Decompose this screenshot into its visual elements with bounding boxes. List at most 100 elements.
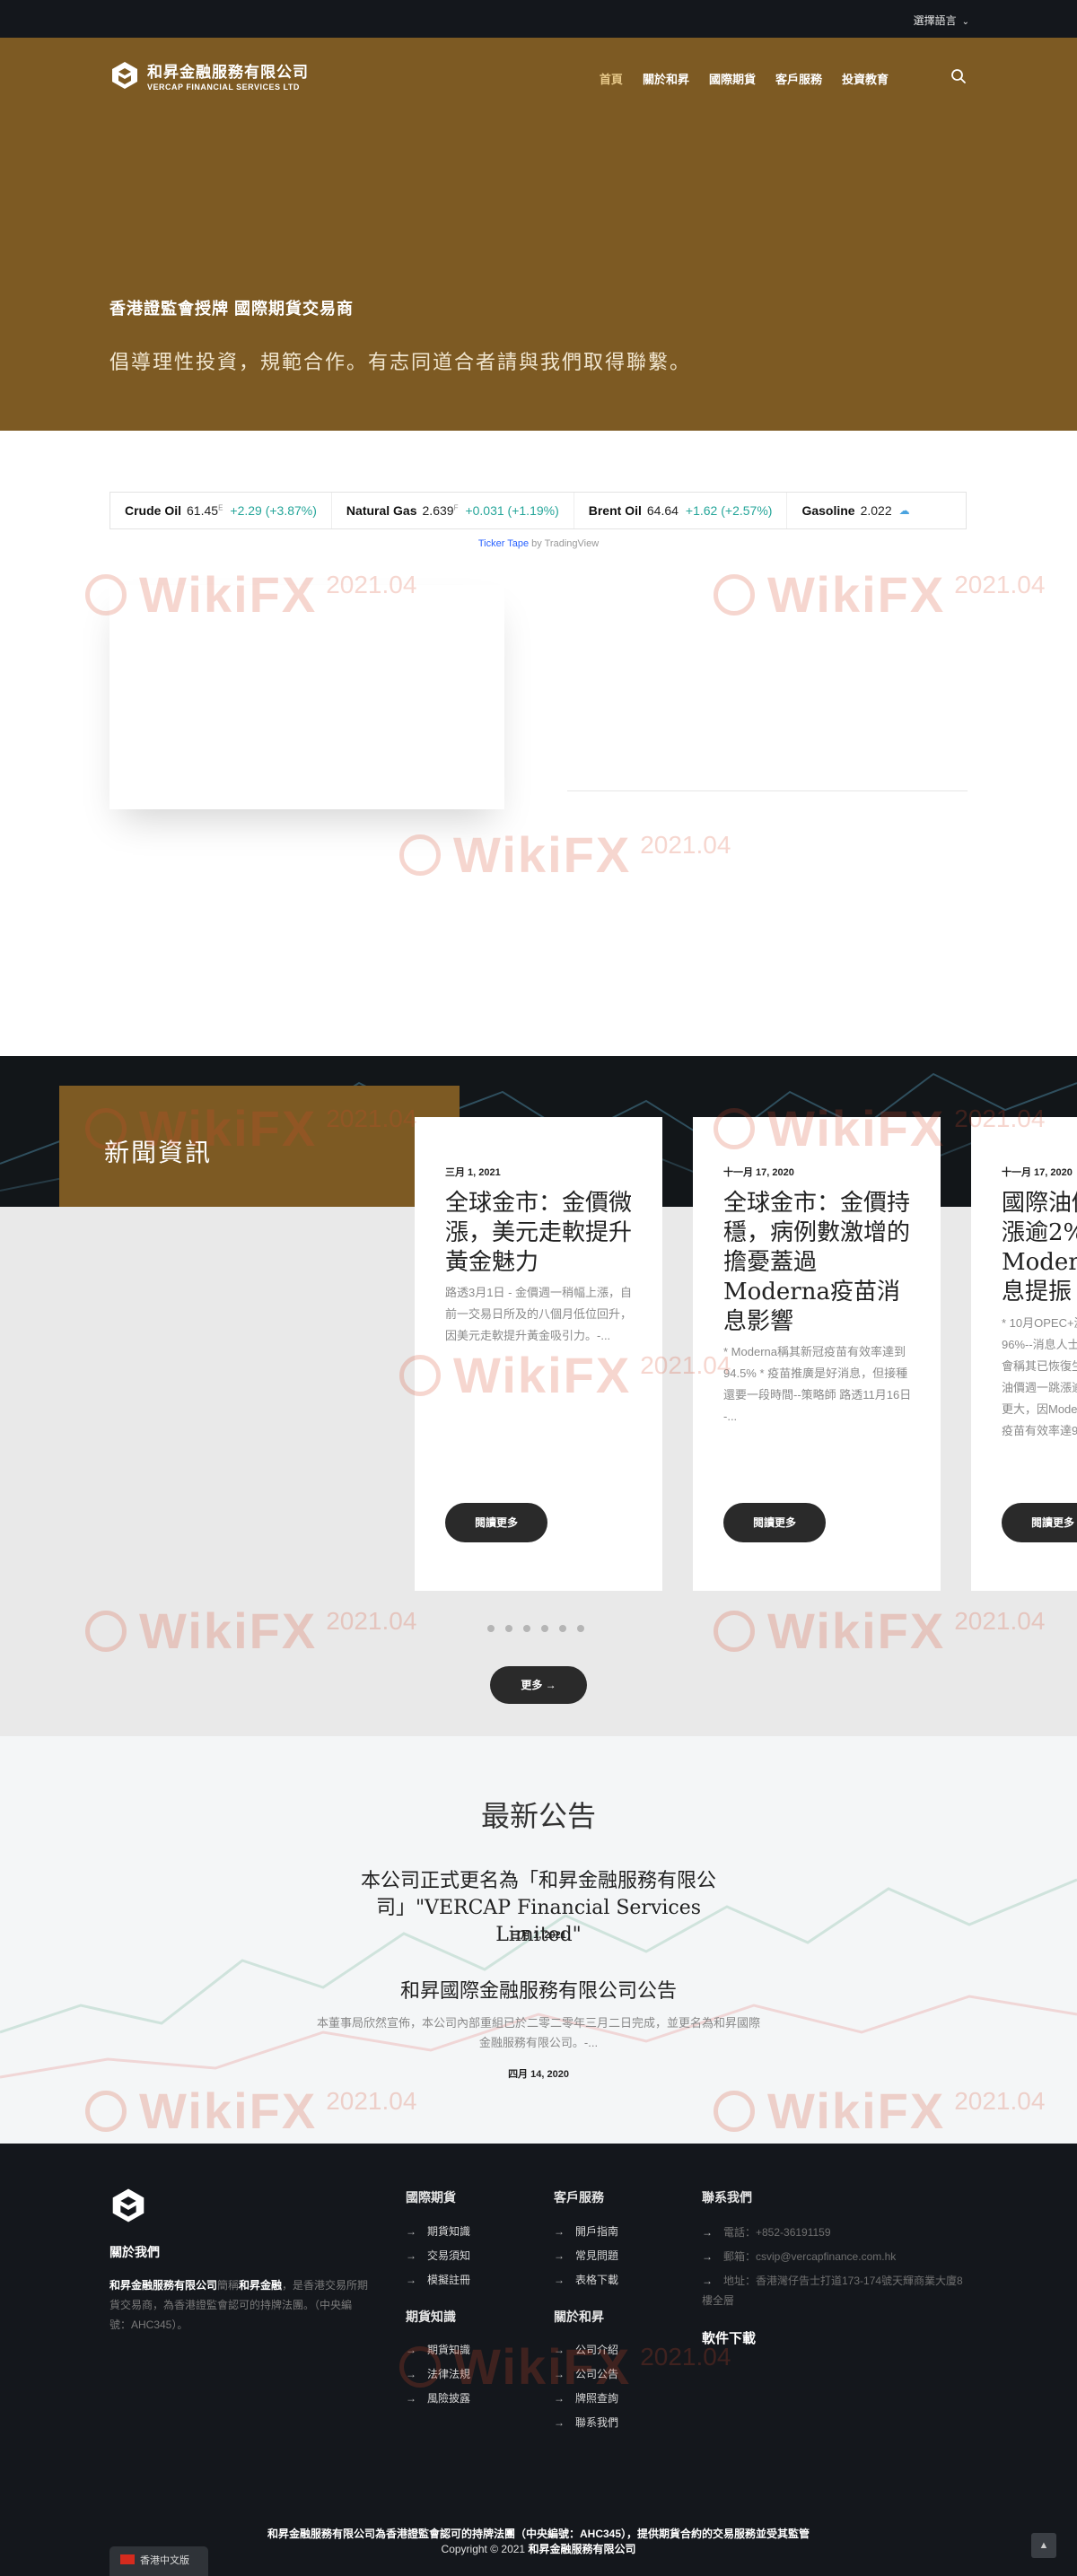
footer-link[interactable]: → 模擬註冊 (406, 2268, 470, 2292)
footer-company-short: 和昇金融 (239, 2279, 283, 2292)
footer-link-label: 期貨知識 (427, 2344, 471, 2356)
footer-link[interactable]: → 交易須知 (406, 2244, 470, 2268)
carousel-dot[interactable] (559, 1625, 566, 1632)
read-more-button[interactable]: 閱讀更多 (723, 1503, 826, 1542)
top-bar: 選擇語言 ⌄ (0, 0, 1077, 38)
footer-about-mid: 簡稱 (217, 2279, 240, 2292)
footer-email-text: 郵箱：csvip@vercapfinance.com.hk (723, 2250, 897, 2263)
site-logo[interactable]: 和昇金融服務有限公司 VERCAP FINANCIAL SERVICES LTD (109, 59, 309, 92)
ticker-item[interactable]: Gasoline 2.022 ☁ (787, 493, 924, 528)
more-news-button[interactable]: 更多 → (490, 1666, 587, 1704)
footer-link-label: 公司介紹 (575, 2344, 619, 2356)
arrow-right-icon: → (554, 2416, 565, 2429)
footer-link[interactable]: → 牌照查詢 (554, 2387, 618, 2411)
logo-name-en: VERCAP FINANCIAL SERVICES LTD (147, 83, 300, 92)
footer-contact-email[interactable]: → 郵箱：csvip@vercapfinance.com.hk (702, 2247, 971, 2266)
footer-link[interactable]: → 表格下載 (554, 2268, 618, 2292)
footer-link-label: 開戶指南 (575, 2225, 619, 2238)
divider (567, 790, 968, 791)
arrow-right-icon: → (702, 2275, 713, 2287)
search-icon[interactable] (950, 68, 967, 84)
logo-text: 和昇金融服務有限公司 VERCAP FINANCIAL SERVICES LTD (147, 59, 309, 92)
footer-contact-address: → 地址：香港灣仔告士打道173-174號天輝商業大廈8樓全層 (702, 2271, 971, 2310)
footer-link-label: 常見問題 (575, 2249, 619, 2262)
arrow-right-icon: → (702, 2250, 713, 2263)
news-card[interactable]: 三月 1, 2021 全球金市：金價微漲，美元走軟提升黃金魅力 路透3月1日 -… (415, 1117, 662, 1591)
footer-contact-list: → 電話：+852-36191159 → 郵箱：csvip@vercapfinanc… (702, 2222, 971, 2315)
footer-link-label: 交易須知 (427, 2249, 471, 2262)
ticker-item[interactable]: Brent Oil 64.64 +1.62 (+2.57%) (574, 493, 788, 528)
news-card-title[interactable]: 全球金市：金價持穩，病例數激增的擔憂蓋過Moderna疫苗消息影響 (723, 1189, 916, 1337)
read-more-button[interactable]: 閱讀更多 (445, 1503, 547, 1542)
footer-phone-text: 電話：+852-36191159 (723, 2226, 831, 2239)
arrow-right-icon: → (406, 2392, 416, 2405)
footer-link[interactable]: → 風險披露 (406, 2387, 470, 2411)
news-card-title[interactable]: 全球金市：金價微漲，美元走軟提升黃金魅力 (445, 1189, 638, 1278)
footer-link[interactable]: → 聯系我們 (554, 2411, 618, 2435)
arrow-right-icon: → (702, 2226, 713, 2239)
footer-link[interactable]: → 公司公告 (554, 2362, 618, 2387)
ticker-badge: F (453, 503, 459, 512)
nav-item-home[interactable]: 首頁 (600, 70, 623, 87)
footer-links-knowledge: → 期貨知識 → 法律法規 → 風險披露 (406, 2338, 470, 2411)
carousel-dot[interactable] (523, 1625, 530, 1632)
language-select-label: 選擇語言 (913, 14, 957, 27)
footer-link[interactable]: → 法律法規 (406, 2362, 470, 2387)
news-card[interactable]: 十一月 17, 2020 國際油價：油價跳漲逾2%，Moderna疫苗消息提振 … (971, 1117, 1077, 1591)
nav-item-about[interactable]: 關於和昇 (643, 70, 689, 87)
news-card-title[interactable]: 國際油價：油價跳漲逾2%，Moderna疫苗消息提振 (1002, 1189, 1077, 1307)
widget-card (109, 585, 504, 809)
carousel-dot[interactable] (487, 1625, 495, 1632)
arrow-right-icon: → (406, 2249, 416, 2262)
announcement-title[interactable]: 和昇國際金融服務有限公司公告 (0, 1978, 1077, 2005)
more-news-label: 更多 (521, 1679, 543, 1691)
footer-link-label: 牌照查詢 (575, 2392, 619, 2405)
ticker-credit-link[interactable]: Ticker Tape (478, 538, 529, 549)
footer-logo-icon (112, 2188, 144, 2222)
footer-link-label: 聯系我們 (575, 2416, 619, 2429)
language-switch[interactable]: 香港中文版 (109, 2546, 208, 2576)
carousel-dot[interactable] (541, 1625, 548, 1632)
footer-contact-phone: → 電話：+852-36191159 (702, 2222, 971, 2242)
arrow-right-icon: → (554, 2274, 565, 2286)
news-card[interactable]: 十一月 17, 2020 全球金市：金價持穩，病例數激增的擔憂蓋過Moderna… (693, 1117, 941, 1591)
nav-item-futures[interactable]: 國際期貨 (709, 70, 756, 87)
arrow-right-icon: → (554, 2344, 565, 2356)
announcement-date: 三月 1, 2021 (511, 1930, 566, 1941)
footer-link[interactable]: → 開戶指南 (554, 2220, 618, 2244)
hero-subtitle: 倡導理性投資，規範合作。有志同道合者請與我們取得聯繫。 (109, 351, 692, 373)
language-select[interactable]: 選擇語言 ⌄ (914, 13, 969, 28)
ticker-name: Gasoline (801, 503, 855, 518)
footer-link-label: 風險披露 (427, 2392, 471, 2405)
arrow-right-icon: → (406, 2274, 416, 2286)
footer-col-title: 期貨知識 (406, 2310, 456, 2324)
footer-link-label: 模擬註冊 (427, 2274, 471, 2286)
read-more-button[interactable]: 閱讀更多 (1002, 1503, 1077, 1542)
main-nav: 首頁 關於和昇 國際期貨 客戶服務 投資教育 (600, 70, 889, 87)
footer-about-title: 關於我們 (109, 2245, 160, 2259)
ticker-item[interactable]: Natural Gas 2.639F +0.031 (+1.19%) (332, 493, 574, 528)
page: 選擇語言 ⌄ 和昇金融服務有限公司 VERCAP FINANCIAL SERVIC… (0, 0, 1077, 2576)
nav-item-service[interactable]: 客戶服務 (775, 70, 822, 87)
carousel-pagination (487, 1625, 584, 1632)
software-download-link[interactable]: 軟件下載 (702, 2328, 756, 2347)
carousel-dot[interactable] (505, 1625, 512, 1632)
footer-link[interactable]: → 期貨知識 (406, 2220, 470, 2244)
nav-item-education[interactable]: 投資教育 (842, 70, 889, 87)
footer-col-title: 聯系我們 (702, 2190, 752, 2205)
watermark-text: WikiFX (453, 826, 632, 883)
news-card-excerpt: 路透3月1日 - 金價週一稍幅上漲，自前一交易日所及的八個月低位回升，因美元走軟… (445, 1286, 633, 1342)
news-heading: 新聞資訊 (104, 1139, 213, 1166)
ticker-price: 61.45E (187, 503, 223, 518)
footer-col-title: 國際期貨 (406, 2190, 456, 2205)
arrow-right-icon: → (406, 2368, 416, 2380)
carousel-dot[interactable] (577, 1625, 584, 1632)
ticker-item[interactable]: Crude Oil 61.45E +2.29 (+3.87%) (110, 493, 332, 528)
footer-link[interactable]: → 期貨知識 (406, 2338, 470, 2362)
footer-link[interactable]: → 公司介紹 (554, 2338, 618, 2362)
ticker-credit: Ticker Tape by TradingView (0, 538, 1077, 549)
footer-link[interactable]: → 常見問題 (554, 2244, 618, 2268)
watermark-text: WikiFX (767, 566, 946, 623)
back-to-top-button[interactable]: ▲ (1031, 2533, 1056, 2558)
hero-title: 香港證監會授牌 國際期貨交易商 (109, 300, 354, 318)
